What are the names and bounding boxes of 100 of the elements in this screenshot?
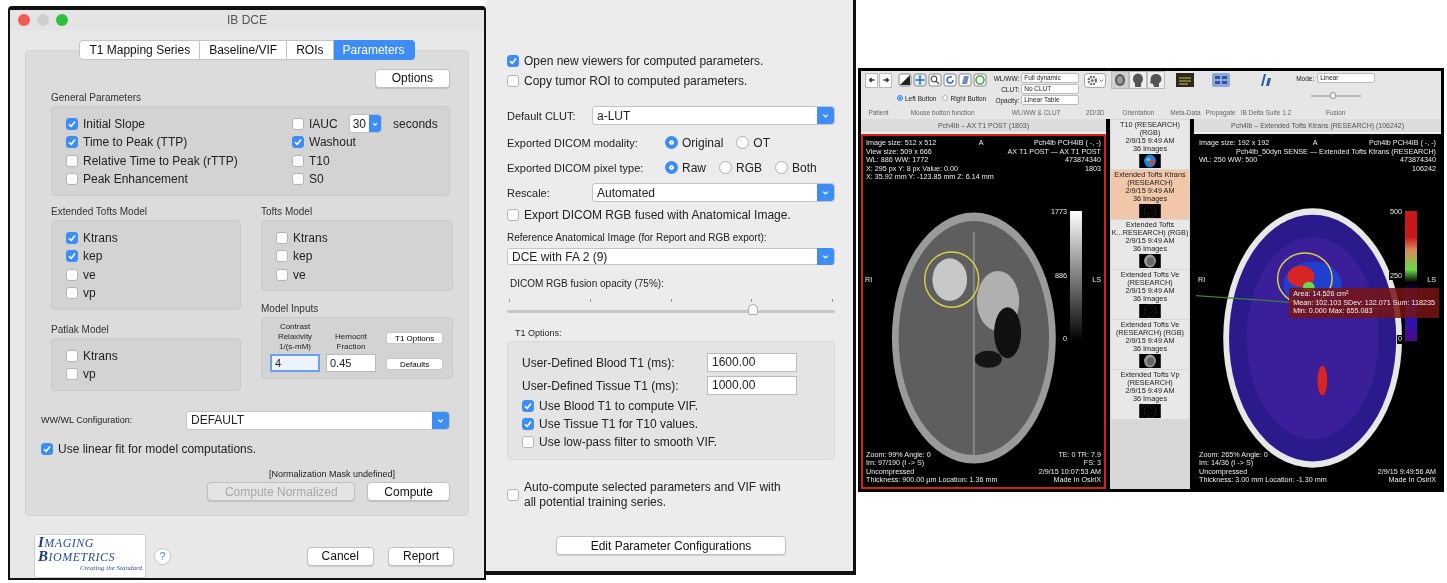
checkbox[interactable] [66, 173, 78, 186]
tab[interactable]: T1 Mapping Series [79, 39, 201, 60]
checkbox[interactable] [66, 136, 78, 149]
edit-button[interactable]: Edit Parameter Configurations [556, 536, 786, 555]
checkbox[interactable] [292, 136, 304, 149]
tab[interactable]: Baseline/VIF [200, 39, 288, 60]
dialog-button[interactable]: Report [387, 546, 454, 566]
checkbox[interactable] [66, 268, 78, 281]
oval-tool-icon[interactable] [973, 73, 988, 87]
radio-label: Both [792, 160, 817, 175]
checkbox[interactable] [66, 349, 78, 362]
checkbox[interactable] [522, 400, 534, 412]
clut-dropdown[interactable]: a-LUT [592, 106, 835, 125]
checkbox[interactable] [276, 250, 288, 263]
settings-icon[interactable] [1084, 72, 1107, 88]
input-field[interactable]: 0.45 [326, 354, 376, 372]
slider-thumb[interactable] [1330, 92, 1337, 99]
radio-button[interactable] [775, 161, 789, 174]
checkbox[interactable] [292, 117, 304, 130]
options-button[interactable]: Options [374, 68, 450, 88]
radio-button[interactable] [736, 136, 750, 149]
checkbox[interactable] [66, 231, 78, 244]
checkbox[interactable] [507, 75, 519, 87]
slider-thumb[interactable] [748, 304, 758, 315]
configuration-dropdown[interactable]: DEFAULT [186, 410, 450, 430]
checkbox[interactable] [507, 489, 519, 501]
field-label: Reference Anatomical Image (for Report and RGB export): [507, 232, 768, 243]
compute-button[interactable]: Compute [367, 482, 450, 501]
checkbox[interactable] [507, 55, 519, 67]
zoom-tool-icon[interactable] [928, 73, 943, 87]
checkbox[interactable] [276, 268, 288, 281]
checkbox[interactable] [66, 287, 78, 300]
status-note: [Normalization Mask undefined] [267, 469, 396, 479]
checkbox-label: ve [293, 267, 306, 282]
rotate-tool-icon[interactable] [943, 73, 958, 87]
chevron-down-icon [821, 111, 830, 120]
section-title: T1 Options: [515, 328, 563, 338]
metadata-icon[interactable] [1176, 73, 1195, 87]
field-label: WW/WL Configuration: [41, 415, 134, 425]
arrow-left-icon [866, 75, 877, 85]
radio-button[interactable] [665, 161, 678, 174]
radio-label: Original [682, 135, 724, 150]
checkbox[interactable] [522, 436, 534, 448]
checkbox-label: Export DICOM RGB fused with Anatomical Image. [524, 208, 791, 222]
radio-button[interactable] [719, 161, 732, 174]
seconds-dropdown[interactable]: 30 [348, 114, 383, 134]
grid-icon[interactable] [1211, 73, 1230, 87]
field-label: Rescale: [507, 186, 551, 199]
checkbox-label: Relative Time to Peak (rTTP) [83, 153, 238, 168]
radio-button[interactable] [897, 95, 903, 101]
checkbox-label: Use Blood T1 to compute VIF. [539, 399, 699, 413]
checkbox-label: T10 [309, 153, 330, 168]
checkbox[interactable] [292, 154, 304, 167]
back-button[interactable] [865, 72, 878, 88]
sagittal-view-icon[interactable] [1147, 71, 1166, 89]
checkbox-label: Peak Enhancement [83, 172, 188, 187]
window-title: IB DCE [227, 12, 267, 27]
rescale-dropdown[interactable]: Automated [592, 183, 835, 202]
input-field[interactable]: 1000.00 [707, 376, 797, 395]
slider-tick [670, 299, 672, 302]
section-title: Tofts Model [261, 205, 314, 217]
checkbox-label: kep [293, 249, 313, 264]
small-button[interactable]: Defaults [386, 358, 444, 370]
checkbox[interactable] [522, 418, 534, 430]
input-field[interactable]: 4 [270, 354, 320, 372]
checkbox[interactable] [66, 154, 78, 167]
section-title: Patlak Model [51, 323, 110, 335]
checkbox[interactable] [66, 117, 78, 130]
checkbox[interactable] [41, 442, 53, 455]
checkbox[interactable] [66, 368, 78, 381]
axial-view-icon[interactable] [1111, 71, 1130, 89]
checkbox-label: Ktrans [293, 230, 328, 245]
checkbox[interactable] [292, 173, 304, 186]
coronal-view-icon[interactable] [1129, 71, 1148, 89]
radio-button[interactable] [665, 136, 678, 149]
checkbox-label: Ktrans [83, 348, 118, 363]
chevron-down-icon [821, 188, 830, 197]
checkbox-label: Open new viewers for computed parameters. [524, 54, 764, 68]
radio-button[interactable] [942, 95, 949, 101]
shape-tool-icon[interactable] [958, 73, 973, 87]
section-title: Extended Tofts Model [51, 205, 148, 217]
checkbox-label: kep [83, 249, 103, 264]
close-button[interactable] [18, 14, 30, 26]
checkbox-label: vp [83, 286, 96, 301]
radio-label: RGB [736, 160, 763, 175]
zoom-button[interactable] [56, 14, 68, 26]
forward-button[interactable] [879, 72, 892, 88]
checkbox[interactable] [507, 209, 519, 221]
input-field[interactable]: 1600.00 [707, 353, 797, 372]
tab[interactable]: ROIs [287, 39, 334, 60]
opacity-slider[interactable] [507, 302, 835, 315]
contrast-tool-icon[interactable] [898, 73, 913, 87]
small-button[interactable]: T1 Options [386, 332, 444, 344]
checkbox-label: Use linear fit for model computations. [58, 441, 257, 456]
dialog-button[interactable]: Cancel [306, 546, 374, 566]
checkbox[interactable] [276, 231, 288, 244]
reference-dropdown[interactable]: DCE with FA 2 (9) [507, 248, 835, 265]
slider-tick [589, 299, 591, 302]
checkbox[interactable] [66, 250, 78, 263]
checkbox-label: Use low-pass filter to smooth VIF. [539, 435, 718, 449]
